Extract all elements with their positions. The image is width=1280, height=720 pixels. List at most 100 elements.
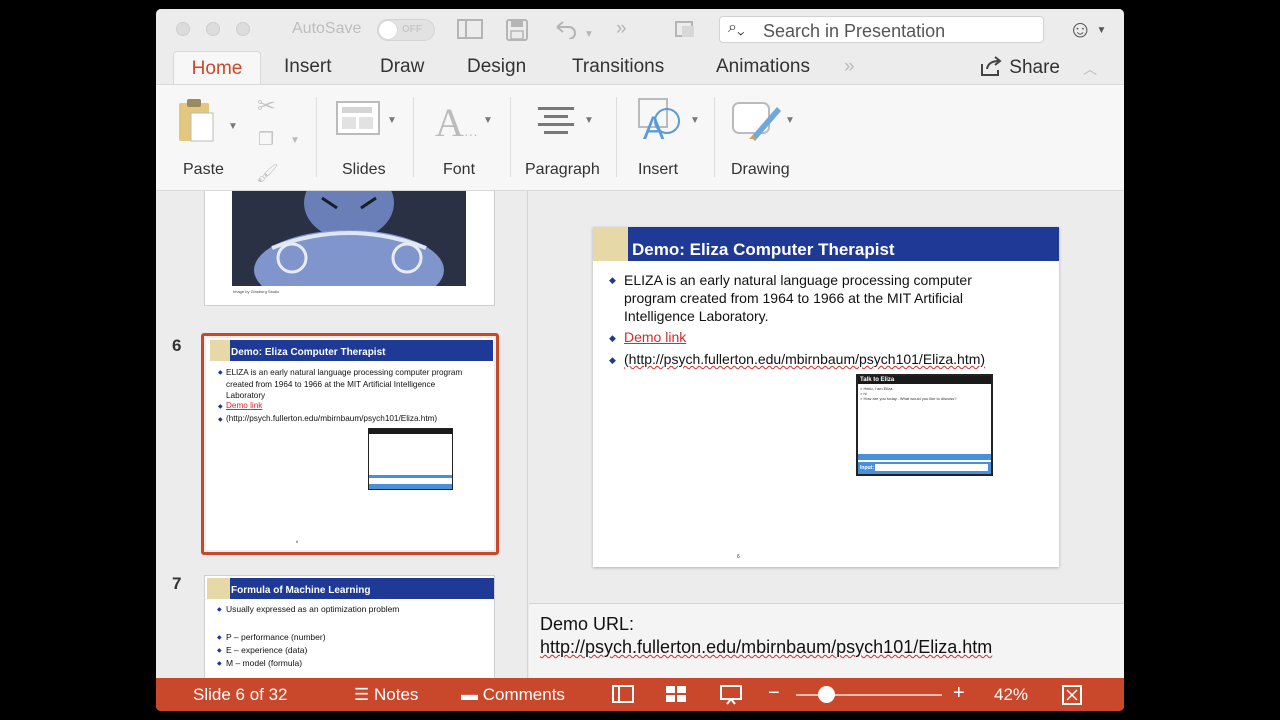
bullet-icon: ◆: [218, 370, 223, 376]
drawing-icon: [731, 99, 787, 148]
autosave-toggle[interactable]: OFF: [377, 19, 435, 41]
slides-dropdown-icon: ▼: [387, 115, 397, 126]
eliza-input-field: [875, 464, 988, 471]
notes-label: Notes: [373, 685, 419, 704]
slide-thumbnail-pane[interactable]: Image by Ginsburg Studio 6 Demo: Eliza C…: [156, 191, 528, 678]
paste-label: Paste: [183, 161, 224, 178]
share-button[interactable]: Share: [980, 56, 1060, 79]
feedback-smiley-icon[interactable]: ☺ ▼: [1068, 16, 1106, 44]
zoom-in-button[interactable]: +: [953, 682, 965, 705]
thumb-eliza-screenshot: [368, 428, 453, 490]
insert-label: Insert: [638, 161, 679, 178]
autosave-label: AutoSave: [292, 20, 362, 37]
close-window-button[interactable]: [176, 22, 190, 36]
slide-editor[interactable]: Demo: Eliza Computer Therapist ◆ ELIZA i…: [529, 191, 1124, 603]
thumb-title: Formula of Machine Learning: [230, 578, 494, 599]
paragraph-icon: [536, 105, 576, 140]
thumb7-bullet-3: E – experience (data): [226, 645, 308, 655]
clipboard-group: ▼ Paste ✂ ❐ ▼ 🖌: [156, 85, 316, 192]
slide-accent-block: [593, 227, 629, 261]
slide-title[interactable]: Demo: Eliza Computer Therapist: [628, 227, 1059, 261]
slide-thumbnail-6[interactable]: Demo: Eliza Computer Therapist ◆ ELIZA i…: [206, 338, 494, 550]
insert-group[interactable]: A ▼ Insert: [617, 85, 714, 192]
zoom-level[interactable]: 42%: [994, 685, 1028, 705]
slide-bullet-1-line-2: program created from 1964 to 1966 at the…: [624, 290, 964, 306]
bullet-icon: ◆: [218, 417, 223, 423]
slides-icon: [336, 101, 382, 142]
slides-group[interactable]: ▼ Slides: [317, 85, 413, 192]
slide-number-7: 7: [172, 574, 182, 593]
normal-view-icon[interactable]: [612, 685, 634, 708]
insert-dropdown-icon: ▼: [690, 115, 700, 126]
paragraph-label: Paragraph: [525, 161, 600, 178]
current-slide[interactable]: Demo: Eliza Computer Therapist ◆ ELIZA i…: [593, 227, 1059, 567]
font-icon: A…: [435, 100, 480, 145]
slide-page-number: 6: [737, 554, 740, 560]
autosave-state: OFF: [402, 24, 422, 35]
notes-line-2: http://psych.fullerton.edu/mbirnbaum/psy…: [540, 637, 993, 657]
font-label: Font: [443, 161, 476, 178]
present-icon[interactable]: [674, 19, 696, 44]
more-tabs-icon[interactable]: »: [844, 56, 855, 78]
undo-dropdown-icon[interactable]: ▼: [584, 25, 594, 45]
undo-icon[interactable]: [553, 19, 577, 44]
notes-icon: ☰: [354, 685, 370, 704]
tab-animations[interactable]: Animations: [716, 56, 810, 78]
eliza-input-label: Input:: [860, 465, 874, 471]
cut-icon[interactable]: ✂: [257, 93, 275, 119]
tab-insert[interactable]: Insert: [284, 56, 332, 78]
title-bar: AutoSave OFF ▼ » ⌕⌄ Search in Presentati…: [156, 9, 1124, 51]
minimize-window-button[interactable]: [206, 22, 220, 36]
powerpoint-window: AutoSave OFF ▼ » ⌕⌄ Search in Presentati…: [156, 9, 1124, 711]
demo-link[interactable]: Demo link: [624, 329, 686, 345]
slide-position[interactable]: Slide 6 of 32: [193, 685, 288, 705]
presenter-view-icon[interactable]: [720, 685, 742, 710]
copy-dropdown-icon[interactable]: ▼: [290, 135, 300, 146]
collapse-ribbon-icon[interactable]: ︿: [1083, 59, 1097, 79]
bullet-icon: ◆: [217, 607, 222, 613]
copy-icon[interactable]: ❐: [258, 129, 274, 150]
paragraph-group[interactable]: ▼ Paragraph: [511, 85, 616, 192]
zoom-out-button[interactable]: −: [768, 682, 780, 705]
zoom-window-button[interactable]: [236, 22, 250, 36]
comments-button[interactable]: ▬ Comments: [461, 685, 565, 705]
more-commands-icon[interactable]: »: [616, 19, 627, 39]
tab-design[interactable]: Design: [467, 56, 526, 78]
eliza-line-3: > How are you today.. What would you lik…: [860, 396, 957, 401]
eliza-screenshot[interactable]: Talk to Eliza > Hello, I am Eliza. > hi …: [856, 374, 993, 476]
fit-to-window-icon[interactable]: [1062, 685, 1082, 710]
slide-thumbnail-5[interactable]: Image by Ginsburg Studio: [204, 191, 495, 306]
tab-draw[interactable]: Draw: [380, 56, 424, 78]
slides-label: Slides: [342, 161, 386, 178]
drawing-group[interactable]: ▼ Drawing: [715, 85, 825, 192]
paste-dropdown-icon[interactable]: ▼: [228, 121, 238, 132]
search-input[interactable]: Search in Presentation: [763, 21, 945, 42]
slide-bullet-1-line-3: Intelligence Laboratory.: [624, 308, 769, 324]
eliza-input-row: Input:: [858, 462, 991, 474]
ribbon-tabs: Home Insert Draw Design Transitions Anim…: [156, 51, 1124, 85]
search-box[interactable]: ⌕⌄ Search in Presentation: [719, 16, 1044, 43]
comments-label: Comments: [482, 685, 565, 704]
thumb-title: Demo: Eliza Computer Therapist: [230, 340, 493, 361]
paste-icon[interactable]: [177, 97, 217, 150]
notes-pane[interactable]: Demo URL: http://psych.fullerton.edu/mbi…: [529, 603, 1124, 678]
thumb-eliza-input: [369, 484, 452, 489]
zoom-slider-knob[interactable]: [818, 686, 835, 703]
search-icon: ⌕⌄: [728, 19, 745, 36]
svg-text:A: A: [643, 110, 665, 143]
save-icon[interactable]: [506, 19, 528, 46]
notes-button[interactable]: ☰ Notes: [354, 685, 418, 705]
slide-url[interactable]: (http://psych.fullerton.edu/mbirnbaum/ps…: [624, 351, 985, 367]
font-group[interactable]: A… ▼ Font: [414, 85, 510, 192]
format-painter-icon[interactable]: 🖌: [256, 163, 279, 184]
thumb-url: (http://psych.fullerton.edu/mbirnbaum/ps…: [226, 414, 438, 423]
drawing-label: Drawing: [731, 161, 790, 178]
eliza-transcript: > Hello, I am Eliza. > hi > How are you …: [860, 386, 957, 401]
bullet-icon: ◆: [609, 333, 616, 343]
slide-thumbnail-7[interactable]: Formula of Machine Learning ◆ Usually ex…: [204, 575, 495, 678]
slide-bullet-1[interactable]: ELIZA is an early natural language proce…: [624, 271, 972, 325]
tab-transitions[interactable]: Transitions: [572, 56, 664, 78]
sidebar-toggle-icon[interactable]: [457, 19, 483, 44]
slide-sorter-icon[interactable]: [665, 685, 687, 708]
tab-home[interactable]: Home: [173, 51, 261, 85]
